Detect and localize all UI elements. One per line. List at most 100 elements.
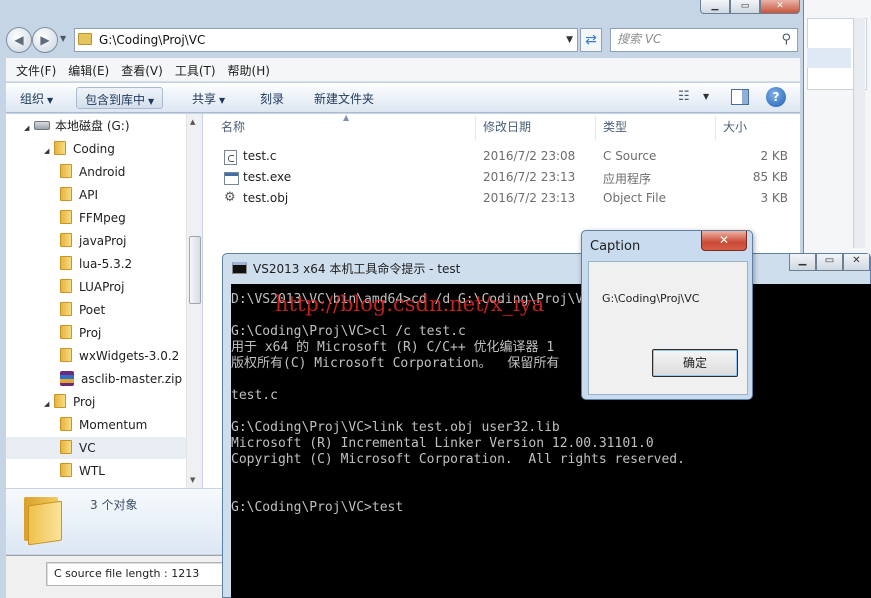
nav-tree-label: VC <box>79 441 96 455</box>
nav-tree-item[interactable]: Android <box>6 161 186 183</box>
console-titlebar[interactable]: VS2013 x64 本机工具命令提示 - test ▁ ▭ ✕ <box>223 254 871 280</box>
organize-label: 组织 <box>20 92 45 106</box>
console-minimize-button[interactable]: ▁ <box>789 254 816 271</box>
nav-tree-label: API <box>79 188 98 202</box>
recent-pages-chevron-icon[interactable]: ▼ <box>60 34 66 43</box>
refresh-button[interactable]: ⇄ <box>580 28 602 52</box>
folder-icon <box>54 394 66 408</box>
scroll-up-icon[interactable]: ▲ <box>190 118 195 126</box>
menu-help[interactable]: 帮助(H) <box>222 58 276 81</box>
file-row[interactable]: test.c 2016/7/2 23:08 C Source 2 KB <box>203 147 800 168</box>
column-divider[interactable] <box>595 116 596 140</box>
nav-tree-label: Proj <box>79 326 102 340</box>
address-path[interactable]: G:\Coding\Proj\VC <box>99 33 205 47</box>
ok-button[interactable]: 确定 <box>652 349 738 377</box>
folder-icon <box>54 141 66 155</box>
search-icon[interactable]: ⚲ <box>781 32 791 47</box>
minimize-button[interactable]: ▁ <box>700 0 730 14</box>
nav-tree-item[interactable]: wxWidgets-3.0.2 <box>6 345 186 367</box>
menu-view[interactable]: 查看(V) <box>115 58 169 81</box>
nav-tree-label: Momentum <box>79 418 148 432</box>
address-bar[interactable]: G:\Coding\Proj\VC ▼ <box>74 28 578 52</box>
nav-tree-item[interactable]: asclib-master.zip <box>6 368 186 390</box>
file-type: 应用程序 <box>603 172 652 186</box>
new-folder-button[interactable]: 新建文件夹 <box>306 87 382 109</box>
search-input[interactable] <box>617 32 777 46</box>
message-box-close-button[interactable]: ✕ <box>701 231 747 251</box>
search-box[interactable]: ⚲ <box>610 28 798 52</box>
console-output[interactable]: D:\VS2013\VC\bin\amd64>cd /d G:\Coding\P… <box>231 284 871 598</box>
forward-button[interactable]: ▶ <box>32 27 58 53</box>
expanded-arrow-icon[interactable]: ◢ <box>24 117 34 139</box>
console-title: VS2013 x64 本机工具命令提示 - test <box>253 262 461 276</box>
folder-icon <box>60 417 72 431</box>
nav-tree-label: WTL <box>79 464 105 478</box>
menu-tools[interactable]: 工具(T) <box>169 58 222 81</box>
column-header-date[interactable]: 修改日期 <box>483 118 531 135</box>
watermark: http://blog.csdn.net/x_iya <box>275 292 545 316</box>
maximize-button[interactable]: ▭ <box>730 0 760 14</box>
view-options-icon[interactable]: ☷ <box>678 89 694 105</box>
column-header-size[interactable]: 大小 <box>723 118 747 135</box>
view-dropdown-icon[interactable]: ▼ <box>703 92 709 101</box>
column-divider[interactable] <box>475 116 476 140</box>
back-arrow-icon: ◀ <box>14 33 24 47</box>
nav-tree-item[interactable]: VC <box>6 437 186 459</box>
nav-tree-label: javaProj <box>79 234 127 248</box>
folder-icon <box>24 493 64 546</box>
preview-pane-icon[interactable] <box>731 89 749 105</box>
share-button[interactable]: 共享 ▼ <box>184 87 233 109</box>
navigation-pane-scrollbar[interactable]: ▲ ▼ <box>186 114 202 488</box>
file-size: 85 KB <box>752 170 788 184</box>
console-line: Copyright (C) Microsoft Corporation. All… <box>231 452 685 467</box>
nav-tree-item[interactable]: Poet <box>6 299 186 321</box>
nav-tree-label: lua-5.3.2 <box>79 257 133 271</box>
address-dropdown-icon[interactable]: ▼ <box>566 35 573 45</box>
scrollbar-thumb[interactable] <box>189 236 201 304</box>
nav-tree-item[interactable]: FFMpeg <box>6 207 186 229</box>
file-row[interactable]: ⚙ test.obj 2016/7/2 23:13 Object File 3 … <box>203 189 800 210</box>
column-header-type[interactable]: 类型 <box>603 118 627 135</box>
nav-tree-item[interactable]: ◢ Coding <box>6 138 186 160</box>
console-close-button[interactable]: ✕ <box>843 254 870 271</box>
menu-edit[interactable]: 编辑(E) <box>62 58 115 81</box>
column-divider[interactable] <box>715 116 716 140</box>
nav-tree-label: Poet <box>79 303 106 317</box>
nav-tree-item[interactable]: ◢ Proj <box>6 391 186 413</box>
file-date: 2016/7/2 23:13 <box>483 191 576 205</box>
nav-tree-item[interactable]: lua-5.3.2 <box>6 253 186 275</box>
close-button[interactable]: ✕ <box>760 0 800 14</box>
background-window-selection <box>807 48 851 68</box>
console-maximize-button[interactable]: ▭ <box>816 254 843 271</box>
menu-file[interactable]: 文件(F) <box>10 58 62 81</box>
expanded-arrow-icon[interactable]: ◢ <box>44 140 54 162</box>
explorer-caption-buttons: ▁ ▭ ✕ <box>700 0 800 16</box>
help-icon[interactable]: ? <box>766 87 786 107</box>
nav-tree-item[interactable]: javaProj <box>6 230 186 252</box>
console-line: G:\Coding\Proj\VC>test <box>231 500 404 515</box>
console-line: G:\Coding\Proj\VC>link test.obj user32.l… <box>231 420 560 435</box>
forward-arrow-icon: ▶ <box>40 33 50 47</box>
nav-tree-item[interactable]: ◢ 本地磁盘 (G:) <box>6 115 186 137</box>
back-button[interactable]: ◀ <box>6 27 32 53</box>
column-header-name[interactable]: 名称 <box>221 118 245 135</box>
nav-tree-item[interactable]: Momentum <box>6 414 186 436</box>
include-in-library-button[interactable]: 包含到库中 ▼ <box>76 87 164 109</box>
organize-button[interactable]: 组织 ▼ <box>12 87 61 109</box>
nav-tree-item[interactable]: Proj <box>6 322 186 344</box>
console-icon <box>232 262 247 274</box>
nav-tree-item[interactable]: API <box>6 184 186 206</box>
file-size: 3 KB <box>760 191 788 205</box>
nav-tree-item[interactable]: LUAProj <box>6 276 186 298</box>
c-source-icon <box>224 150 237 165</box>
nav-tree-item[interactable]: WTL <box>6 460 186 482</box>
file-row[interactable]: test.exe 2016/7/2 23:13 应用程序 85 KB <box>203 168 800 189</box>
scroll-down-icon[interactable]: ▼ <box>190 476 195 484</box>
folder-icon <box>60 210 72 224</box>
expanded-arrow-icon[interactable]: ◢ <box>44 393 54 415</box>
sort-ascending-icon: ▲ <box>343 113 350 122</box>
burn-button[interactable]: 刻录 <box>252 87 292 109</box>
